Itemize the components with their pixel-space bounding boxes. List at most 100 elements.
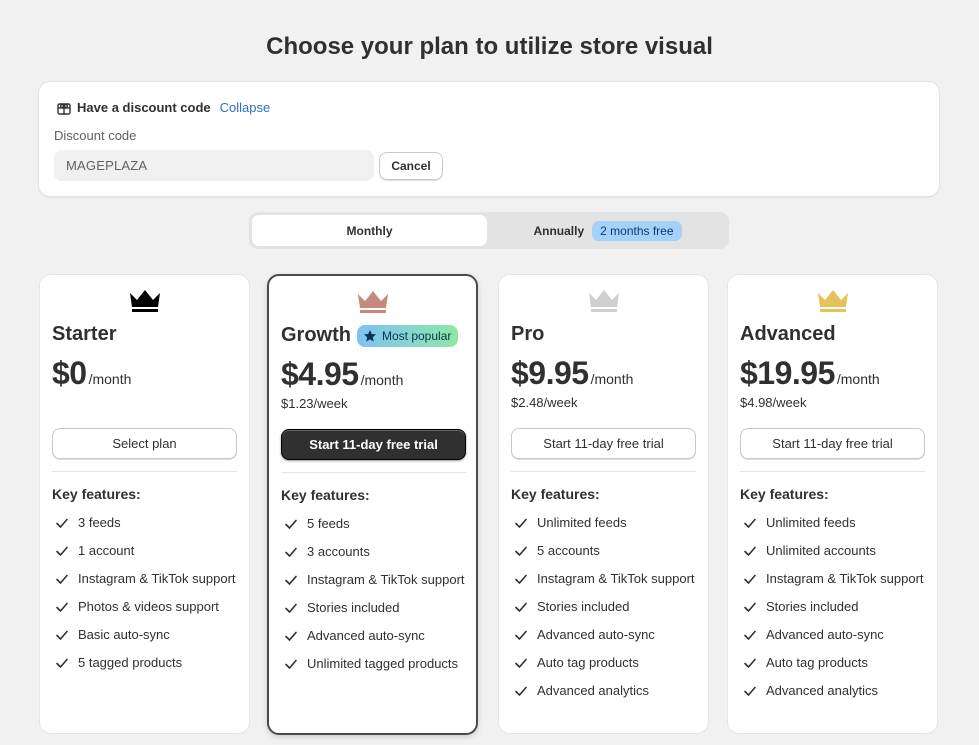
plan-card-advanced: Advanced $19.95 /month $4.98/week Start …	[727, 274, 938, 734]
crown-icon	[357, 291, 388, 313]
feature-text: Advanced analytics	[537, 683, 650, 698]
most-popular-label: Most popular	[382, 328, 452, 343]
check-icon	[515, 658, 527, 668]
feature-text: Auto tag products	[537, 655, 639, 670]
feature-item: Stories included	[511, 597, 701, 617]
plan-name: Growth	[281, 324, 351, 346]
feature-item: Unlimited accounts	[740, 541, 930, 561]
plan-price: $9.95	[511, 355, 589, 391]
price-row: $4.95 /month	[281, 356, 403, 393]
plan-name-row: Starter	[52, 323, 116, 346]
feature-text: Advanced auto-sync	[766, 627, 884, 642]
collapse-link[interactable]: Collapse	[220, 100, 271, 115]
feature-list: Unlimited feeds Unlimited accounts Insta…	[740, 513, 930, 709]
plan-card-pro: Pro $9.95 /month $2.48/week Start 11-day…	[498, 274, 709, 734]
feature-item: Photos & videos support	[52, 597, 242, 617]
plan-card-starter: Starter $0 /month Select plan Key featur…	[39, 274, 250, 734]
feature-item: Auto tag products	[511, 653, 701, 673]
feature-item: Advanced auto-sync	[511, 625, 701, 645]
start-trial-button[interactable]: Start 11-day free trial	[740, 428, 925, 459]
plan-price: $0	[52, 355, 87, 391]
discount-code-input[interactable]: MAGEPLAZA	[54, 150, 374, 181]
feature-text: 5 feeds	[307, 516, 350, 531]
discount-card: Have a discount code Collapse Discount c…	[38, 81, 940, 197]
check-icon	[285, 519, 297, 529]
feature-list: 3 feeds 1 account Instagram & TikTok sup…	[52, 513, 242, 681]
cancel-button[interactable]: Cancel	[379, 152, 443, 180]
check-icon	[285, 603, 297, 613]
feature-list: Unlimited feeds 5 accounts Instagram & T…	[511, 513, 701, 709]
feature-item: Instagram & TikTok support	[511, 569, 701, 589]
features-title: Key features:	[52, 486, 141, 502]
feature-item: Basic auto-sync	[52, 625, 242, 645]
feature-text: Stories included	[307, 600, 400, 615]
feature-text: Instagram & TikTok support	[78, 571, 236, 586]
feature-item: Unlimited feeds	[511, 513, 701, 533]
gift-icon	[57, 102, 71, 115]
check-icon	[515, 602, 527, 612]
feature-item: Advanced auto-sync	[740, 625, 930, 645]
feature-text: Auto tag products	[766, 655, 868, 670]
feature-text: 5 tagged products	[78, 655, 183, 670]
check-icon	[56, 602, 68, 612]
feature-item: 5 accounts	[511, 541, 701, 561]
plan-name-row: Growth Most popular	[281, 324, 459, 347]
crown-icon	[817, 290, 848, 312]
feature-item: 1 account	[52, 541, 242, 561]
plan-name-row: Pro	[511, 323, 544, 346]
discount-title: Have a discount code	[77, 100, 211, 115]
billing-annually-tab[interactable]: Annually 2 months free	[489, 215, 726, 246]
price-row: $0 /month	[52, 355, 131, 392]
feature-item: Advanced analytics	[511, 681, 701, 701]
feature-text: 3 feeds	[78, 515, 121, 530]
feature-text: Photos & videos support	[78, 599, 219, 614]
most-popular-badge: Most popular	[357, 324, 459, 347]
feature-item: Instagram & TikTok support	[52, 569, 242, 589]
feature-item: Unlimited tagged products	[281, 654, 471, 674]
billing-monthly-tab[interactable]: Monthly	[252, 215, 487, 246]
discount-code-label: Discount code	[54, 128, 137, 143]
plan-price: $4.95	[281, 356, 359, 392]
feature-item: 3 feeds	[52, 513, 242, 533]
divider	[52, 471, 237, 472]
weekly-price: $4.98/week	[740, 395, 807, 410]
weekly-price: $2.48/week	[511, 395, 578, 410]
check-icon	[515, 574, 527, 584]
feature-item: 5 feeds	[281, 514, 471, 534]
page-title: Choose your plan to utilize store visual	[266, 33, 713, 60]
billing-toggle: Monthly Annually 2 months free	[249, 212, 729, 249]
check-icon	[285, 547, 297, 557]
check-icon	[744, 546, 756, 556]
divider	[281, 472, 466, 473]
select-plan-button[interactable]: Select plan	[52, 428, 237, 459]
check-icon	[515, 686, 527, 696]
plan-name: Pro	[511, 323, 545, 345]
feature-item: 5 tagged products	[52, 653, 242, 673]
plan-name: Starter	[52, 323, 117, 345]
features-title: Key features:	[281, 487, 370, 503]
feature-text: Basic auto-sync	[78, 627, 170, 642]
feature-text: Stories included	[766, 599, 859, 614]
feature-text: Advanced auto-sync	[537, 627, 655, 642]
annual-discount-badge: 2 months free	[592, 220, 682, 241]
check-icon	[515, 630, 527, 640]
start-trial-button[interactable]: Start 11-day free trial	[281, 429, 466, 460]
plan-card-growth: Growth Most popular $4.95 /month $1.23/w…	[267, 274, 478, 735]
feature-item: Instagram & TikTok support	[740, 569, 930, 589]
check-icon	[285, 575, 297, 585]
feature-text: Advanced analytics	[766, 683, 879, 698]
feature-item: Unlimited feeds	[740, 513, 930, 533]
feature-item: Advanced auto-sync	[281, 626, 471, 646]
check-icon	[744, 574, 756, 584]
feature-item: Auto tag products	[740, 653, 930, 673]
billing-annually-label: Annually	[533, 223, 585, 238]
feature-text: 1 account	[78, 543, 135, 558]
start-trial-button[interactable]: Start 11-day free trial	[511, 428, 696, 459]
features-title: Key features:	[511, 486, 600, 502]
check-icon	[744, 518, 756, 528]
check-icon	[56, 630, 68, 640]
feature-item: Stories included	[740, 597, 930, 617]
feature-list: 5 feeds 3 accounts Instagram & TikTok su…	[281, 514, 471, 682]
check-icon	[56, 546, 68, 556]
price-row: $19.95 /month	[740, 355, 880, 392]
